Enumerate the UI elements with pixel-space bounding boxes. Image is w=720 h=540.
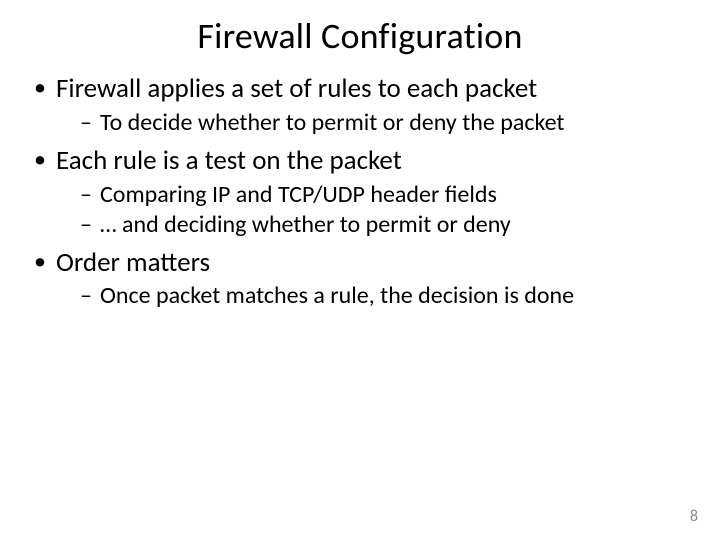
page-number: 8 — [690, 507, 698, 526]
slide: Firewall Configuration Firewall applies … — [0, 0, 720, 540]
sub-bullet-text: To decide whether to permit or deny the … — [100, 108, 564, 137]
slide-title: Firewall Configuration — [0, 0, 720, 68]
sub-bullet-text: Comparing IP and TCP/UDP header fields — [100, 180, 497, 209]
sub-bullet-item: Comparing IP and TCP/UDP header fields — [80, 180, 690, 210]
bullet-text: Order matters — [56, 246, 210, 279]
bullet-text: Each rule is a test on the packet — [56, 144, 402, 177]
sub-bullet-text: … and deciding whether to permit or deny — [100, 210, 511, 239]
bullet-item: Order matters Once packet matches a rule… — [30, 246, 690, 312]
bullet-text: Firewall applies a set of rules to each … — [56, 72, 537, 105]
slide-content: Firewall applies a set of rules to each … — [0, 72, 720, 311]
sub-bullet-list: Once packet matches a rule, the decision… — [56, 281, 690, 311]
bullet-item: Firewall applies a set of rules to each … — [30, 72, 690, 138]
sub-bullet-item: … and deciding whether to permit or deny — [80, 210, 690, 240]
bullet-list: Firewall applies a set of rules to each … — [30, 72, 690, 311]
sub-bullet-list: Comparing IP and TCP/UDP header fields …… — [56, 180, 690, 240]
sub-bullet-list: To decide whether to permit or deny the … — [56, 108, 690, 138]
sub-bullet-text: Once packet matches a rule, the decision… — [100, 281, 574, 310]
sub-bullet-item: Once packet matches a rule, the decision… — [80, 281, 690, 311]
sub-bullet-item: To decide whether to permit or deny the … — [80, 108, 690, 138]
bullet-item: Each rule is a test on the packet Compar… — [30, 144, 690, 240]
